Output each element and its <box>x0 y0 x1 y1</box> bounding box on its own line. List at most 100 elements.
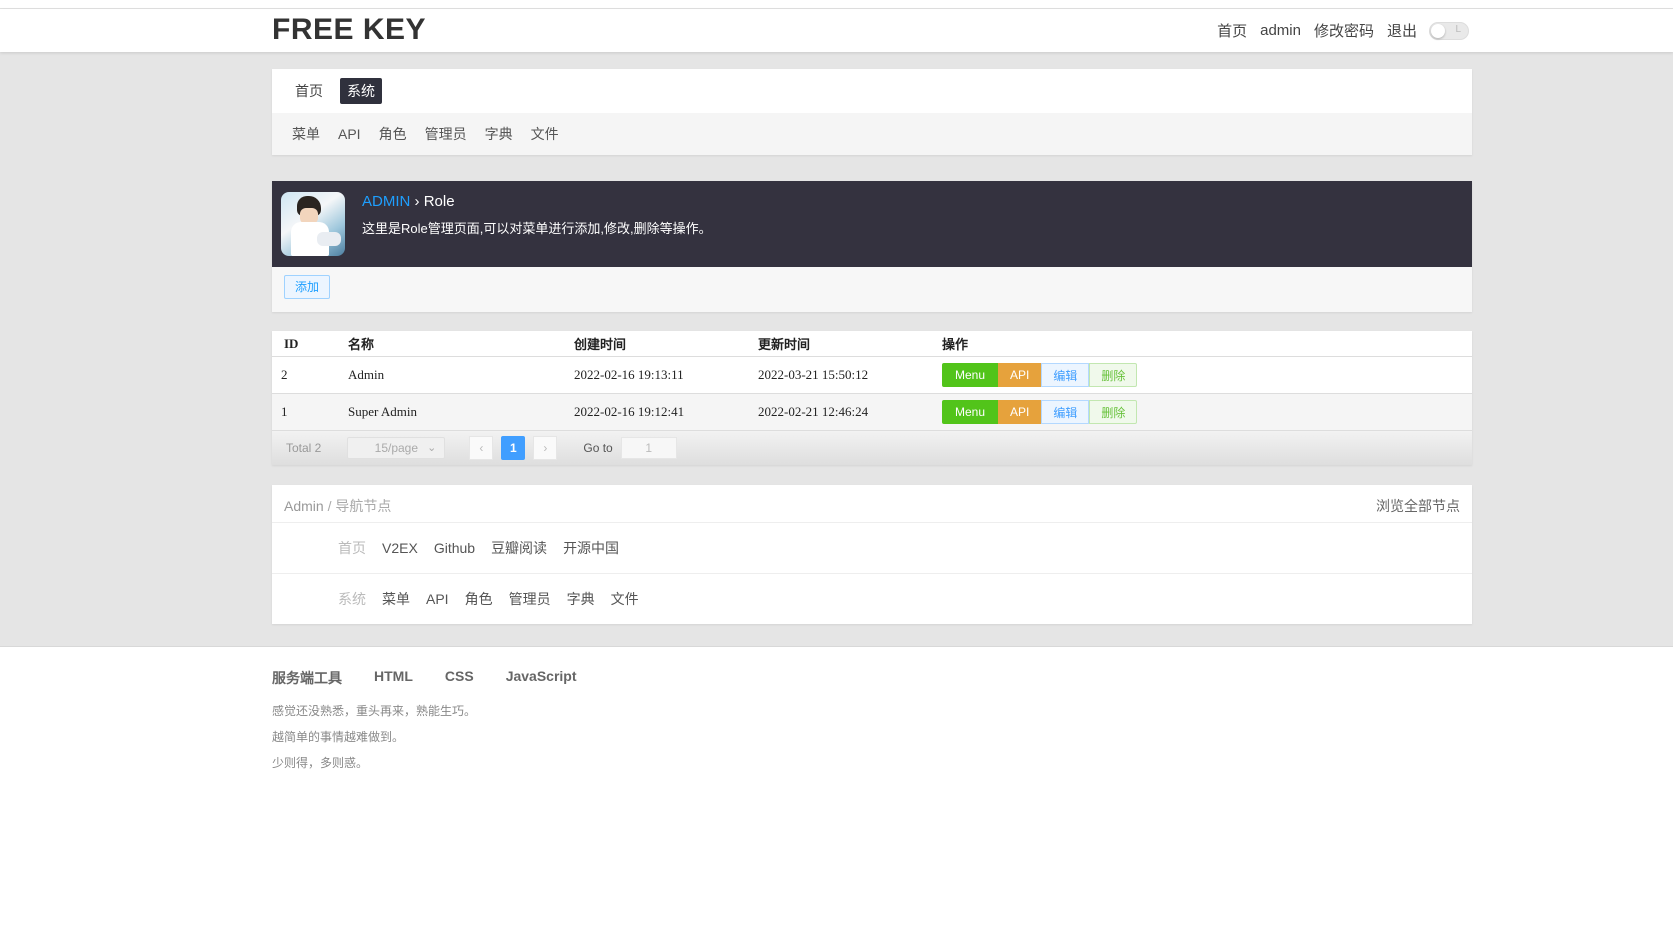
breadcrumb-current: Role <box>423 193 455 210</box>
node-link-oschina[interactable]: 开源中国 <box>563 538 619 558</box>
cell-actions: Menu API 编辑 删除 <box>942 356 1472 394</box>
chevron-left-icon: ‹ <box>479 441 484 455</box>
cell-actions: Menu API 编辑 删除 <box>942 393 1472 431</box>
browse-all-nodes-link[interactable]: 浏览全部节点 <box>1376 496 1460 516</box>
secondary-nav-file[interactable]: 文件 <box>531 124 559 144</box>
avatar <box>281 192 345 256</box>
node-link-github[interactable]: Github <box>434 540 475 556</box>
node-link-api[interactable]: API <box>426 591 449 607</box>
table-row: 2 Admin 2022-02-16 19:13:11 2022-03-21 1… <box>272 356 1472 394</box>
col-actions: 操作 <box>942 331 1472 357</box>
top-nav-user[interactable]: admin <box>1260 22 1301 39</box>
breadcrumb-root[interactable]: ADMIN <box>362 193 410 210</box>
secondary-nav-api[interactable]: API <box>338 126 361 142</box>
content-area: 首页 系统 菜单 API 角色 管理员 字典 文件 ADMIN › Role 这… <box>0 52 1673 647</box>
toggle-knob <box>1431 23 1445 38</box>
cell-updated: 2022-02-21 12:46:24 <box>758 393 942 431</box>
secondary-nav-admin[interactable]: 管理员 <box>425 124 467 144</box>
delete-button[interactable]: 删除 <box>1089 363 1138 387</box>
secondary-nav-role[interactable]: 角色 <box>379 124 407 144</box>
col-updated: 更新时间 <box>758 331 942 357</box>
secondary-nav-menu[interactable]: 菜单 <box>292 124 320 144</box>
top-nav: 首页 admin 修改密码 退出 L <box>1204 20 1469 41</box>
table-row: 1 Super Admin 2022-02-16 19:12:41 2022-0… <box>272 393 1472 431</box>
api-button[interactable]: API <box>998 400 1042 424</box>
col-name: 名称 <box>348 331 574 357</box>
footer-links: 服务端工具 HTML CSS JavaScript <box>272 668 609 688</box>
node-link-admin[interactable]: 管理员 <box>509 589 551 609</box>
nodes-title-sub: 导航节点 <box>335 498 392 514</box>
goto-label: Go to <box>583 441 613 455</box>
menu-button[interactable]: Menu <box>942 363 999 387</box>
site-logo[interactable]: FREE KEY <box>272 13 426 47</box>
chevron-right-icon: › <box>543 441 548 455</box>
cell-updated: 2022-03-21 15:50:12 <box>758 356 942 394</box>
page-size-value: 15/page <box>374 441 419 455</box>
role-table-card: ID 名称 创建时间 更新时间 操作 2 Admin 2022-02-16 19… <box>272 331 1472 465</box>
nodes-row-label: 首页 <box>338 540 366 556</box>
node-link-file[interactable]: 文件 <box>611 589 639 609</box>
nodes-row-label: 系统 <box>338 591 366 607</box>
node-link-role[interactable]: 角色 <box>465 589 493 609</box>
row-actions: Menu API 编辑 删除 <box>942 363 1472 387</box>
page-size-select[interactable]: 15/page ⌄ <box>347 437 446 459</box>
top-nav-logout[interactable]: 退出 <box>1387 20 1417 41</box>
node-link-menu[interactable]: 菜单 <box>382 589 410 609</box>
nav-card: 首页 系统 菜单 API 角色 管理员 字典 文件 <box>272 69 1472 155</box>
nodes-row-home: 首页 V2EX Github 豆瓣阅读 开源中国 <box>272 523 1472 573</box>
prev-page-button[interactable]: ‹ <box>469 436 494 460</box>
top-nav-change-password[interactable]: 修改密码 <box>1314 20 1374 41</box>
footer-quote: 少则得，多则惑。 <box>272 756 369 770</box>
footer-link-javascript[interactable]: JavaScript <box>506 668 577 688</box>
edit-button[interactable]: 编辑 <box>1041 363 1090 387</box>
nodes-title-main[interactable]: Admin <box>284 498 324 514</box>
top-strip <box>0 0 1673 9</box>
add-button[interactable]: 添加 <box>284 275 331 299</box>
cell-name: Admin <box>348 356 574 394</box>
theme-toggle[interactable]: L <box>1429 21 1469 40</box>
cell-created: 2022-02-16 19:12:41 <box>574 393 758 431</box>
page-description: 这里是Role管理页面,可以对菜单进行添加,修改,删除等操作。 <box>362 221 712 236</box>
chevron-down-icon: ⌄ <box>427 442 437 454</box>
row-actions: Menu API 编辑 删除 <box>942 400 1472 424</box>
primary-nav-system[interactable]: 系统 <box>340 78 382 104</box>
nodes-row-system: 系统 菜单 API 角色 管理员 字典 文件 <box>272 573 1472 624</box>
pagination: Total 2 15/page ⌄ ‹ 1 › Go to 1 <box>272 431 1472 465</box>
primary-nav: 首页 系统 <box>272 69 1472 113</box>
nodes-card: Admin / 导航节点 浏览全部节点 首页 V2EX Github 豆瓣阅读 … <box>272 485 1472 624</box>
node-link-v2ex[interactable]: V2EX <box>382 540 418 556</box>
cell-id: 1 <box>272 393 348 431</box>
footer-link-css[interactable]: CSS <box>445 668 474 688</box>
footer-link-html[interactable]: HTML <box>374 668 413 688</box>
role-table: ID 名称 创建时间 更新时间 操作 2 Admin 2022-02-16 19… <box>272 331 1472 431</box>
edit-button[interactable]: 编辑 <box>1041 400 1090 424</box>
pagination-total: Total 2 <box>286 441 322 455</box>
footer: 服务端工具 HTML CSS JavaScript 感觉还没熟悉，重头再来，熟能… <box>272 668 609 771</box>
api-button[interactable]: API <box>998 363 1042 387</box>
nodes-title-separator: / <box>323 498 336 514</box>
footer-link-server-tools[interactable]: 服务端工具 <box>272 668 342 688</box>
primary-nav-home[interactable]: 首页 <box>288 78 330 104</box>
toolbar: 添加 <box>272 267 1472 312</box>
breadcrumb-separator: › <box>410 193 424 210</box>
page-banner: ADMIN › Role 这里是Role管理页面,可以对菜单进行添加,修改,删除… <box>272 181 1472 267</box>
top-header: FREE KEY 首页 admin 修改密码 退出 L <box>0 9 1673 52</box>
page-number-current[interactable]: 1 <box>501 436 526 460</box>
menu-button[interactable]: Menu <box>942 400 999 424</box>
table-header: ID 名称 创建时间 更新时间 操作 <box>272 331 1472 357</box>
node-link-douban-read[interactable]: 豆瓣阅读 <box>491 538 547 558</box>
goto-page-input[interactable]: 1 <box>620 437 677 459</box>
cell-name: Super Admin <box>348 393 574 431</box>
node-link-dict[interactable]: 字典 <box>567 589 595 609</box>
top-nav-home[interactable]: 首页 <box>1217 20 1247 41</box>
col-id: ID <box>272 331 348 357</box>
next-page-button[interactable]: › <box>533 436 558 460</box>
footer-quote: 越简单的事情越难做到。 <box>272 730 405 744</box>
role-header-card: ADMIN › Role 这里是Role管理页面,可以对菜单进行添加,修改,删除… <box>272 181 1472 312</box>
col-created: 创建时间 <box>574 331 758 357</box>
secondary-nav-dict[interactable]: 字典 <box>485 124 513 144</box>
toggle-label: L <box>1455 23 1461 35</box>
cell-created: 2022-02-16 19:13:11 <box>574 356 758 394</box>
nodes-header: Admin / 导航节点 浏览全部节点 <box>272 485 1472 523</box>
delete-button[interactable]: 删除 <box>1089 400 1138 424</box>
